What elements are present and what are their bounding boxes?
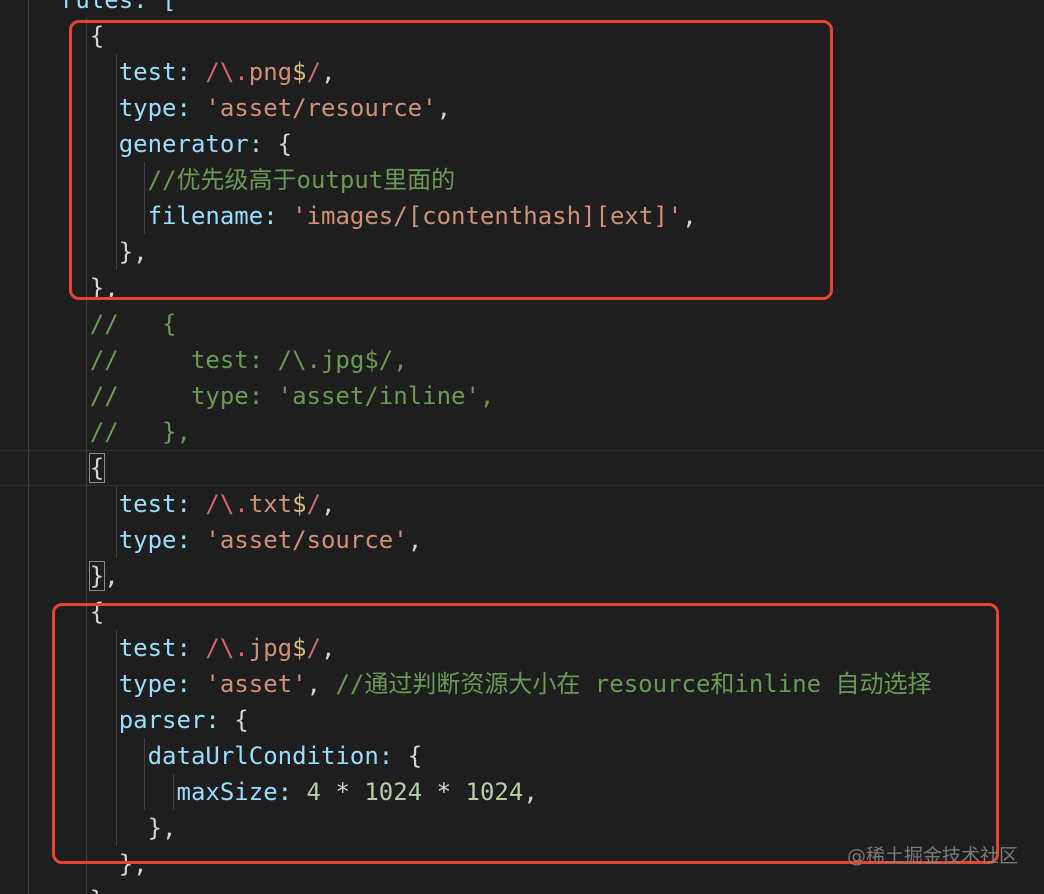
code-token: // test: /\.jpg$/, (32, 346, 408, 374)
highlight-box-png-rule (69, 20, 833, 300)
code-line: }, (32, 882, 119, 894)
code-token: // type: 'asset/inline', (32, 382, 495, 410)
code-token: /\. (205, 490, 249, 518)
code-token: }, (32, 886, 119, 894)
matched-bracket: } (88, 561, 106, 591)
code-token: $ (292, 490, 307, 518)
highlight-box-jpg-rule (52, 603, 999, 864)
code-token: test: (32, 490, 206, 518)
current-line-highlight (0, 450, 1044, 486)
code-line: // { (32, 306, 177, 342)
watermark-text: @稀土掘金技术社区 (846, 845, 1018, 867)
code-line: // type: 'asset/inline', (32, 378, 495, 414)
code-token: rules: [ (32, 0, 177, 14)
code-line: }, (32, 558, 119, 594)
code-token: type: (32, 526, 206, 554)
code-token: // }, (32, 418, 191, 446)
code-line: test: /\.txt$/, (32, 486, 336, 522)
code-editor[interactable]: rules: [ { test: /\.png$/, type: 'asset/… (0, 0, 1044, 894)
code-line: type: 'asset/source', (32, 522, 422, 558)
code-token: // { (32, 310, 177, 338)
code-line: rules: [ (32, 0, 177, 18)
code-token: , (321, 490, 336, 518)
indent-guide (28, 0, 29, 894)
code-line: // test: /\.jpg$/, (32, 342, 408, 378)
code-line: // }, (32, 414, 191, 450)
matched-bracket: { (88, 453, 106, 483)
code-token: 'asset/source' (205, 526, 408, 554)
code-token: txt (248, 490, 293, 518)
code-line: { (32, 450, 106, 486)
code-token: , (407, 526, 423, 554)
code-token: , (104, 562, 119, 590)
code-token: / (306, 490, 322, 518)
